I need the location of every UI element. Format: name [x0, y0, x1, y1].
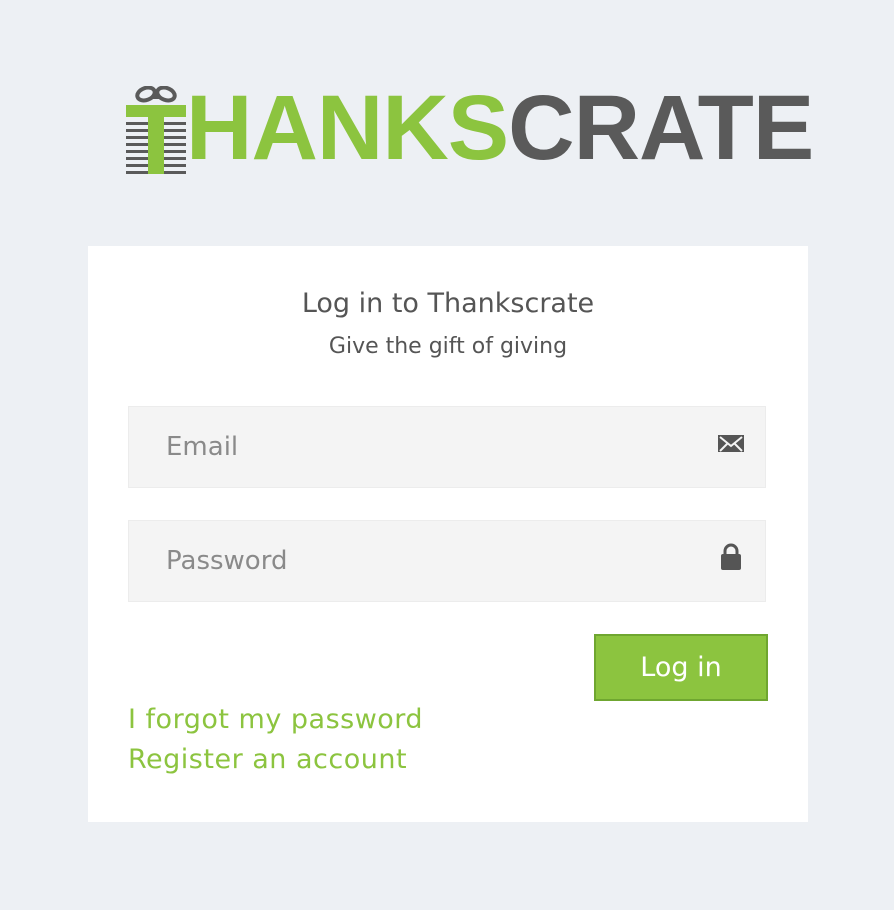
email-input[interactable]: [129, 407, 689, 487]
logo-wordmark: HANKS CRATE: [186, 82, 814, 174]
logo-text-green: HANKS: [186, 77, 509, 179]
thankscrate-logo: HANKS CRATE: [126, 82, 814, 174]
register-account-link[interactable]: Register an account: [128, 744, 407, 775]
login-title: Log in to Thankscrate: [301, 288, 595, 319]
forgot-password-link[interactable]: I forgot my password: [128, 704, 423, 735]
envelope-icon: [718, 435, 744, 452]
email-field: [128, 406, 766, 488]
password-input[interactable]: [129, 521, 689, 601]
password-field: [128, 520, 766, 602]
login-subtitle: Give the gift of giving: [328, 334, 568, 359]
logo-text-gray: CRATE: [508, 77, 814, 179]
lock-icon: [721, 543, 741, 570]
login-button[interactable]: Log in: [594, 634, 768, 701]
gift-box-logo-icon: [126, 86, 186, 174]
login-card: Log in to Thankscrate Give the gift of g…: [88, 246, 808, 822]
